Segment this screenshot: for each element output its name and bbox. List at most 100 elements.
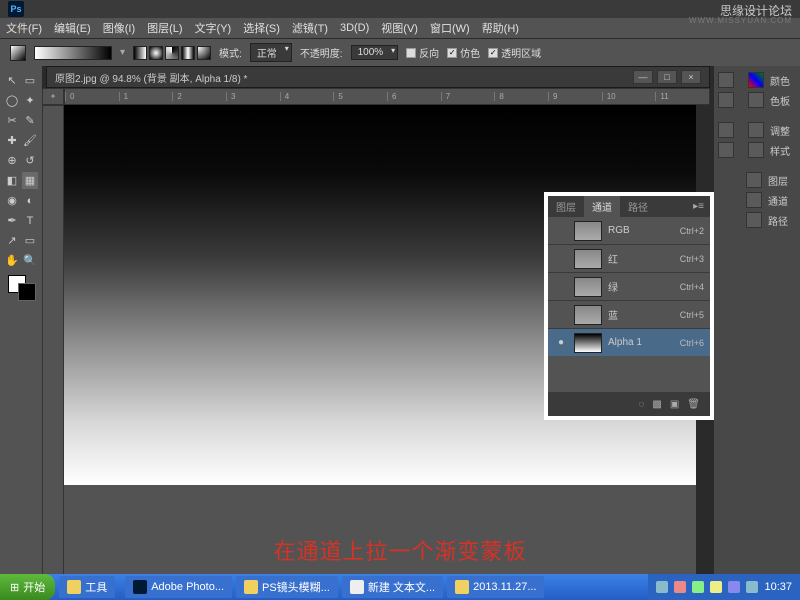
- type-tool[interactable]: T: [22, 212, 38, 229]
- zoom-tool[interactable]: 🔍: [22, 252, 38, 269]
- eyedropper-tool[interactable]: ✎: [22, 112, 38, 129]
- wand-tool[interactable]: ✦: [22, 92, 38, 109]
- dock-icon[interactable]: [718, 122, 734, 138]
- save-selection-icon[interactable]: ▩: [652, 399, 661, 410]
- angle-gradient-icon[interactable]: [165, 46, 179, 60]
- new-channel-icon[interactable]: ▣: [670, 399, 679, 410]
- crop-tool[interactable]: ✂: [4, 112, 20, 129]
- channel-row-red[interactable]: 红Ctrl+3: [548, 244, 710, 272]
- channels-panel-btn[interactable]: 通道: [746, 192, 796, 208]
- channel-thumb: [574, 221, 602, 241]
- blend-mode-dropdown[interactable]: 正常: [250, 43, 292, 62]
- gradient-tool-selected[interactable]: ▦: [22, 172, 38, 189]
- menu-file[interactable]: 文件(F): [6, 20, 42, 36]
- radial-gradient-icon[interactable]: [149, 46, 163, 60]
- paths-icon: [746, 212, 762, 228]
- gradient-preview[interactable]: [34, 46, 112, 60]
- channel-row-alpha1[interactable]: ●Alpha 1Ctrl+6: [548, 328, 710, 356]
- tray-icon[interactable]: [692, 581, 704, 593]
- background-swatch[interactable]: [18, 283, 36, 301]
- ruler-tick: 10: [602, 92, 656, 101]
- tab-paths[interactable]: 路径: [620, 196, 656, 217]
- menu-type[interactable]: 文字(Y): [195, 20, 232, 36]
- document-tab[interactable]: 原图2.jpg @ 94.8% (背景 副本, Alpha 1/8) * — □…: [46, 66, 710, 88]
- dither-checkbox[interactable]: ✓仿色: [447, 45, 480, 60]
- dodge-tool[interactable]: ◐: [22, 192, 38, 209]
- gradient-tool-icon[interactable]: [10, 45, 26, 61]
- adjustments-icon: [748, 122, 764, 138]
- channel-shortcut: Ctrl+4: [680, 282, 704, 292]
- ruler-tick: 0: [65, 92, 119, 101]
- stamp-tool[interactable]: ⊕: [4, 152, 20, 169]
- menu-image[interactable]: 图像(I): [103, 20, 135, 36]
- dock-icon[interactable]: [718, 142, 734, 158]
- taskbar-item-tools[interactable]: 工具: [59, 576, 115, 598]
- color-swatches[interactable]: [4, 275, 38, 311]
- path-tool[interactable]: ↗: [4, 232, 20, 249]
- menu-window[interactable]: 窗口(W): [430, 20, 470, 36]
- ruler-vertical[interactable]: [42, 105, 64, 576]
- adjustments-panel-btn[interactable]: 调整: [748, 122, 796, 138]
- color-panel-btn[interactable]: 颜色: [748, 72, 796, 88]
- channel-row-rgb[interactable]: RGBCtrl+2: [548, 216, 710, 244]
- menu-layer[interactable]: 图层(L): [147, 20, 182, 36]
- doc-close-button[interactable]: ×: [681, 70, 701, 84]
- menu-edit[interactable]: 编辑(E): [54, 20, 91, 36]
- channels-panel: 图层 通道 路径 ▸≡ RGBCtrl+2 红Ctrl+3 绿Ctrl+4 蓝C…: [544, 192, 714, 420]
- taskbar-item-folder2[interactable]: 新建 文本文...: [342, 576, 443, 598]
- channel-row-blue[interactable]: 蓝Ctrl+5: [548, 300, 710, 328]
- dock-icon[interactable]: [718, 72, 734, 88]
- menu-select[interactable]: 选择(S): [243, 20, 280, 36]
- dock-icon[interactable]: [718, 92, 734, 108]
- brush-tool[interactable]: 🖌: [22, 132, 38, 149]
- load-selection-icon[interactable]: ◌: [638, 399, 644, 410]
- lasso-tool[interactable]: ◯: [4, 92, 20, 109]
- linear-gradient-icon[interactable]: [133, 46, 147, 60]
- tab-layers[interactable]: 图层: [548, 196, 584, 217]
- tools-panel: ↖▭ ◯✦ ✂✎ ✚🖌 ⊕↺ ◧▦ ◉◐ ✒T ↗▭ ✋🔍: [0, 66, 42, 600]
- move-tool[interactable]: ↖: [4, 72, 20, 89]
- tray-icon[interactable]: [710, 581, 722, 593]
- visibility-icon[interactable]: ●: [554, 337, 568, 348]
- menu-view[interactable]: 视图(V): [381, 20, 418, 36]
- hand-tool[interactable]: ✋: [4, 252, 20, 269]
- menu-help[interactable]: 帮助(H): [482, 20, 519, 36]
- tab-channels[interactable]: 通道: [584, 196, 620, 217]
- tray-icon[interactable]: [746, 581, 758, 593]
- tray-icon[interactable]: [674, 581, 686, 593]
- shape-tool[interactable]: ▭: [22, 232, 38, 249]
- heal-tool[interactable]: ✚: [4, 132, 20, 149]
- doc-maximize-button[interactable]: □: [657, 70, 677, 84]
- layers-panel-btn[interactable]: 图层: [746, 172, 796, 188]
- taskbar-item-ps[interactable]: Adobe Photo...: [125, 576, 232, 598]
- reverse-checkbox[interactable]: 反向: [406, 45, 439, 60]
- pen-tool[interactable]: ✒: [4, 212, 20, 229]
- system-tray[interactable]: 10:37: [648, 574, 800, 600]
- taskbar-item-folder1[interactable]: PS镜头模糊...: [236, 576, 338, 598]
- paths-panel-btn[interactable]: 路径: [746, 212, 796, 228]
- tray-icon[interactable]: [728, 581, 740, 593]
- diamond-gradient-icon[interactable]: [197, 46, 211, 60]
- doc-minimize-button[interactable]: —: [633, 70, 653, 84]
- transparency-checkbox[interactable]: ✓透明区域: [488, 45, 541, 60]
- channel-row-green[interactable]: 绿Ctrl+4: [548, 272, 710, 300]
- delete-channel-icon[interactable]: 🗑: [687, 399, 700, 410]
- taskbar-label: 新建 文本文...: [368, 579, 435, 595]
- eraser-tool[interactable]: ◧: [4, 172, 20, 189]
- clock[interactable]: 10:37: [764, 581, 792, 593]
- blur-tool[interactable]: ◉: [4, 192, 20, 209]
- taskbar-item-date[interactable]: 2013.11.27...: [447, 576, 544, 598]
- history-brush-tool[interactable]: ↺: [22, 152, 38, 169]
- panel-menu-icon[interactable]: ▸≡: [687, 201, 710, 212]
- tray-icon[interactable]: [656, 581, 668, 593]
- styles-panel-btn[interactable]: 样式: [748, 142, 796, 158]
- swatches-panel-btn[interactable]: 色板: [748, 92, 796, 108]
- ruler-horizontal[interactable]: 01234567891011: [64, 88, 710, 105]
- layers-icon: [746, 172, 762, 188]
- opacity-dropdown[interactable]: 100%: [351, 45, 399, 60]
- menu-3d[interactable]: 3D(D): [340, 22, 369, 34]
- start-button[interactable]: ⊞开始: [0, 574, 55, 600]
- menu-filter[interactable]: 滤镜(T): [292, 20, 328, 36]
- marquee-tool[interactable]: ▭: [22, 72, 38, 89]
- reflected-gradient-icon[interactable]: [181, 46, 195, 60]
